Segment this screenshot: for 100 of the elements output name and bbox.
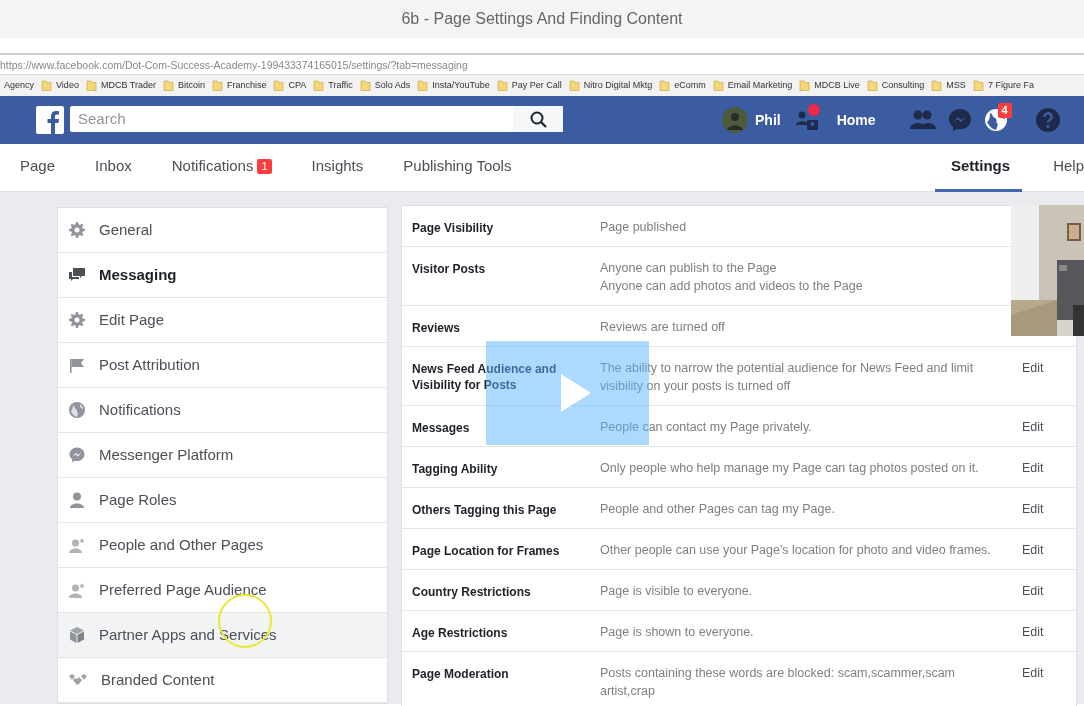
setting-value: Page published (600, 219, 688, 236)
edit-link[interactable]: Edit (1022, 584, 1044, 598)
page-tab[interactable]: Help (1053, 143, 1084, 192)
messenger-icon[interactable] (947, 108, 972, 132)
bookmark-link[interactable]: Consulting (881, 78, 925, 93)
setting-value: Only people who help manage my Page can tag photos posted on it. (600, 460, 980, 477)
bookmark-link[interactable]: Email Marketing (727, 78, 793, 93)
folder-icon (85, 80, 97, 91)
setting-value: Reviews are turned off (600, 319, 726, 336)
bookmark-link[interactable]: Pay Per Call (511, 78, 562, 93)
page-tab[interactable]: Inbox (95, 143, 132, 192)
search-button[interactable] (513, 106, 563, 132)
sidebar-item[interactable]: Page Roles (58, 478, 387, 523)
friends-icon[interactable] (909, 109, 936, 131)
folder-icon (659, 80, 671, 91)
count-badge: 1 (257, 158, 272, 174)
sidebar-item[interactable]: Notifications (58, 388, 387, 433)
globe-icon (69, 402, 85, 418)
setting-value: Page is visible to everyone. (600, 583, 754, 600)
setting-label: Messages (412, 420, 470, 436)
setting-label: Visitor Posts (412, 261, 486, 277)
edit-link[interactable]: Edit (1022, 461, 1044, 475)
bookmark-link[interactable]: CPA (288, 78, 307, 93)
bookmark-link[interactable]: eComm (674, 78, 706, 93)
bookmark-link[interactable]: Traffic (328, 78, 353, 93)
setting-label: Country Restrictions (412, 584, 531, 600)
page-tab[interactable]: Publishing Tools (403, 143, 512, 192)
sidebar-item[interactable]: Edit Page (58, 298, 387, 343)
setting-value: Anyone can publish to the Page Anyone can add photos and videos to the Page (600, 260, 864, 295)
play-icon (560, 374, 591, 412)
folder-icon (972, 80, 984, 91)
help-icon[interactable] (1035, 108, 1060, 132)
page-tab[interactable]: Insights (311, 143, 364, 192)
person-star-icon (69, 582, 85, 598)
address-bar[interactable]: https://www.facebook.com/Dot-Com-Success-Academy-199433374165015/settings/?tab=messaging (0, 59, 468, 71)
sidebar-item[interactable]: General (58, 208, 387, 253)
folder-icon (866, 80, 878, 91)
setting-value: Posts containing these words are blocked: scam,scammer,scam artist,crap (600, 665, 956, 700)
avatar[interactable] (722, 107, 748, 133)
bookmark-link[interactable]: Insta/YouTube (432, 78, 490, 93)
setting-label: Page Location for Frames (412, 543, 560, 559)
sidebar-item[interactable]: Messaging (58, 253, 387, 298)
bookmark-link[interactable]: MSS (946, 78, 966, 93)
bookmark-link[interactable]: Agency (4, 78, 35, 93)
bookmark-link[interactable]: MDCB Trader (100, 78, 156, 93)
setting-label: News Feed Audience and Visibility for Posts (412, 361, 558, 393)
person-icon (69, 492, 85, 508)
setting-value: Page is shown to everyone. (600, 624, 755, 641)
bookmark-link[interactable]: Video (56, 78, 79, 93)
gear-icon (69, 312, 85, 328)
sidebar-item[interactable]: Branded Content (58, 658, 387, 703)
folder-icon (162, 80, 174, 91)
search-icon (529, 110, 547, 128)
search-field[interactable]: Search (70, 106, 513, 132)
edit-link[interactable]: Edit (1022, 502, 1044, 516)
gear-icon (69, 222, 85, 238)
page-tab[interactable]: Notifications 1 (171, 143, 272, 192)
bookmark-link[interactable]: Solo Ads (374, 78, 411, 93)
setting-label: Page Visibility (412, 220, 494, 236)
sidebar-item[interactable]: People and Other Pages (58, 523, 387, 568)
user-name-link[interactable]: Phil (755, 109, 781, 131)
logo-icon[interactable] (36, 106, 64, 134)
setting-label: Age Restrictions (412, 625, 508, 641)
setting-label: Tagging Ability (412, 461, 498, 477)
folder-icon (417, 80, 429, 91)
edit-link[interactable]: Edit (1022, 420, 1044, 434)
page-tab[interactable]: Page (20, 143, 56, 192)
setting-label: Others Tagging this Page (412, 502, 557, 518)
person-star-icon (69, 537, 85, 553)
chat-icon (69, 268, 85, 282)
folder-icon (313, 80, 325, 91)
folder-icon (211, 80, 223, 91)
edit-link[interactable]: Edit (1022, 543, 1044, 557)
setting-label: Page Moderation (412, 666, 509, 682)
folder-icon (496, 80, 508, 91)
edit-link[interactable]: Edit (1022, 625, 1044, 639)
edit-link[interactable]: Edit (1022, 361, 1044, 375)
folder-icon (799, 80, 811, 91)
home-link[interactable]: Home (836, 109, 876, 131)
messenger-icon (69, 447, 85, 463)
bookmark-link[interactable]: Bitcoin (177, 78, 205, 93)
bookmark-link[interactable]: Franchise (226, 78, 267, 93)
handshake-icon (69, 673, 87, 687)
video-title: 6b - Page Settings And Finding Content (401, 9, 683, 29)
flag-icon (69, 357, 85, 373)
setting-value: Other people can use your Page's location for photo and video frames. (600, 542, 992, 559)
folder-icon (359, 80, 371, 91)
folder-icon (931, 80, 943, 91)
sidebar-item[interactable]: Messenger Platform (58, 433, 387, 478)
folder-icon (273, 80, 285, 91)
setting-label: Reviews (412, 320, 461, 336)
bookmark-link[interactable]: MDCB Live (814, 78, 860, 93)
setting-value: People and other Pages can tag my Page. (600, 501, 836, 518)
bookmark-link[interactable]: 7 Figure Fa (987, 78, 1034, 93)
folder-icon (568, 80, 580, 91)
folder-icon (41, 80, 53, 91)
sidebar-item[interactable]: Post Attribution (58, 343, 387, 388)
notification-badge: 4 (997, 103, 1012, 118)
bookmark-link[interactable]: Nitro Digital Mktg (583, 78, 653, 93)
edit-link[interactable]: Edit (1022, 666, 1044, 680)
